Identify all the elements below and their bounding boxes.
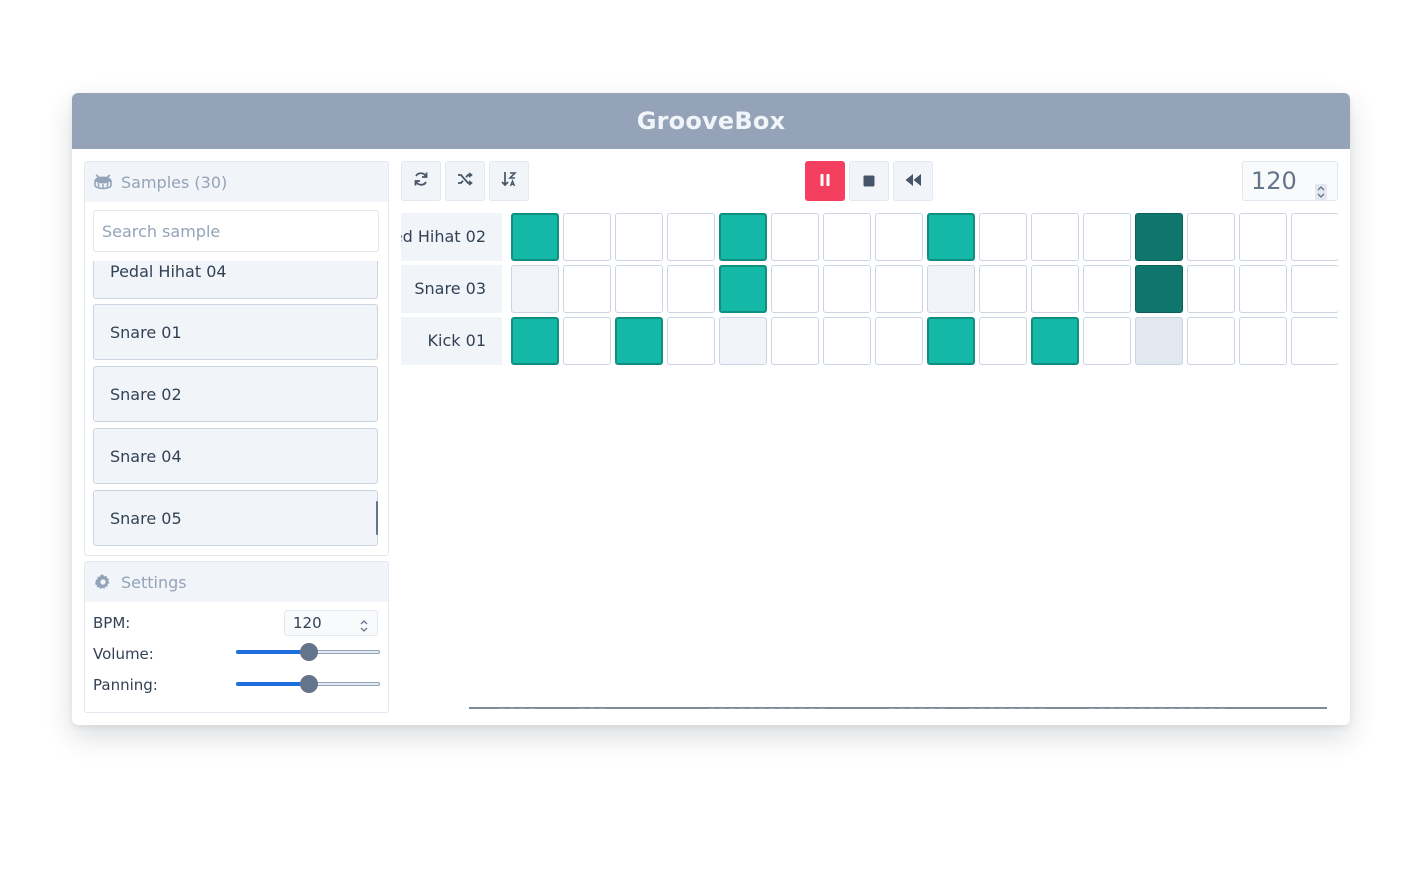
settings-header: Settings	[85, 562, 388, 602]
list-item[interactable]: Pedal Hihat 04	[93, 261, 378, 299]
step-cell[interactable]	[667, 213, 715, 261]
list-item[interactable]: Snare 01	[93, 304, 378, 360]
step-cell[interactable]	[511, 317, 559, 365]
step-cell[interactable]	[1135, 213, 1183, 261]
spinner-icon[interactable]	[359, 616, 369, 632]
samples-list: Pedal Hihat 04 Snare 01 Snare 02 Snare 0…	[93, 261, 380, 549]
list-item[interactable]: Snare 04	[93, 428, 378, 484]
track-label[interactable]: Closed Hihat 02	[401, 213, 502, 261]
sort-button[interactable]	[489, 161, 529, 201]
refresh-icon	[413, 171, 429, 191]
step-cell[interactable]	[1187, 317, 1235, 365]
step-cell[interactable]	[979, 317, 1027, 365]
step-cell[interactable]	[927, 213, 975, 261]
step-cell[interactable]	[511, 213, 559, 261]
drum-icon	[93, 172, 113, 192]
step-cell[interactable]	[719, 265, 767, 313]
step-cell[interactable]	[979, 265, 1027, 313]
step-cell[interactable]	[667, 317, 715, 365]
step-cell[interactable]	[771, 265, 819, 313]
volume-thumb[interactable]	[300, 643, 318, 661]
search-input[interactable]	[93, 210, 379, 252]
title-bar: GrooveBox	[72, 93, 1350, 149]
step-cell[interactable]	[1135, 265, 1183, 313]
tempo-input[interactable]: 120	[1242, 161, 1338, 201]
list-item[interactable]: Snare 05	[93, 490, 378, 546]
rewind-button[interactable]	[893, 161, 933, 201]
app-title: GrooveBox	[636, 107, 786, 135]
step-cell[interactable]	[771, 317, 819, 365]
step-cell[interactable]	[1291, 265, 1338, 313]
step-cell[interactable]	[563, 265, 611, 313]
bpm-label: BPM:	[93, 614, 131, 632]
step-cell[interactable]	[875, 213, 923, 261]
pause-button[interactable]	[805, 161, 845, 201]
step-cell[interactable]	[823, 317, 871, 365]
step-cell[interactable]	[1083, 317, 1131, 365]
bpm-input[interactable]: 120	[284, 610, 378, 636]
step-cell[interactable]	[1239, 265, 1287, 313]
list-item[interactable]: Snare 02	[93, 366, 378, 422]
step-cell[interactable]	[563, 213, 611, 261]
step-cell[interactable]	[1031, 265, 1079, 313]
step-cell[interactable]	[1187, 213, 1235, 261]
step-cell[interactable]	[615, 317, 663, 365]
step-cell[interactable]	[1031, 213, 1079, 261]
step-cell[interactable]	[1187, 265, 1235, 313]
shuffle-icon	[457, 171, 473, 191]
gear-icon	[93, 572, 113, 592]
waveform-display	[469, 707, 1327, 709]
step-cell[interactable]	[875, 317, 923, 365]
list-scrollbar[interactable]	[376, 501, 378, 535]
step-cell[interactable]	[823, 213, 871, 261]
samples-header[interactable]: Samples (30)	[85, 162, 388, 202]
stop-button[interactable]	[849, 161, 889, 201]
step-cell[interactable]	[1239, 213, 1287, 261]
groovebox-window: GrooveBox Samples (30) Pedal Hihat 04 Sn…	[72, 93, 1350, 725]
step-cell[interactable]	[1291, 213, 1338, 261]
step-cell[interactable]	[719, 317, 767, 365]
step-cell[interactable]	[1135, 317, 1183, 365]
step-cell[interactable]	[1239, 317, 1287, 365]
volume-label: Volume:	[93, 645, 154, 663]
step-cell[interactable]	[1031, 317, 1079, 365]
rewind-icon	[904, 172, 922, 191]
step-cell[interactable]	[615, 265, 663, 313]
step-cell[interactable]	[979, 213, 1027, 261]
volume-slider[interactable]	[236, 643, 380, 661]
step-cell[interactable]	[1083, 213, 1131, 261]
step-cell[interactable]	[615, 213, 663, 261]
settings-panel: Settings BPM: 120 Volume: Panning:	[84, 561, 389, 713]
step-cell[interactable]	[875, 265, 923, 313]
settings-title: Settings	[121, 572, 187, 592]
step-cell[interactable]	[927, 317, 975, 365]
step-cell[interactable]	[667, 265, 715, 313]
panning-fill	[236, 682, 308, 686]
step-cell[interactable]	[511, 265, 559, 313]
track-label[interactable]: Kick 01	[401, 317, 502, 365]
step-cell[interactable]	[719, 213, 767, 261]
track-label[interactable]: Snare 03	[401, 265, 502, 313]
panning-thumb[interactable]	[300, 675, 318, 693]
step-cell[interactable]	[823, 265, 871, 313]
step-cell[interactable]	[1291, 317, 1338, 365]
sidebar: Samples (30) Pedal Hihat 04 Snare 01 Sna…	[84, 161, 389, 713]
samples-title: Samples (30)	[121, 172, 228, 192]
samples-panel: Samples (30) Pedal Hihat 04 Snare 01 Sna…	[84, 161, 389, 556]
step-cell[interactable]	[771, 213, 819, 261]
stop-icon	[863, 172, 875, 191]
panning-label: Panning:	[93, 676, 158, 694]
refresh-button[interactable]	[401, 161, 441, 201]
spinner-icon[interactable]	[1315, 173, 1327, 200]
pause-icon	[819, 172, 831, 191]
step-cell[interactable]	[1083, 265, 1131, 313]
step-cell[interactable]	[563, 317, 611, 365]
volume-fill	[236, 650, 308, 654]
sort-icon	[501, 171, 517, 191]
step-cell[interactable]	[927, 265, 975, 313]
step-sequencer: Closed Hihat 02Snare 03Kick 01	[401, 213, 1338, 365]
shuffle-button[interactable]	[445, 161, 485, 201]
panning-slider[interactable]	[236, 675, 380, 693]
